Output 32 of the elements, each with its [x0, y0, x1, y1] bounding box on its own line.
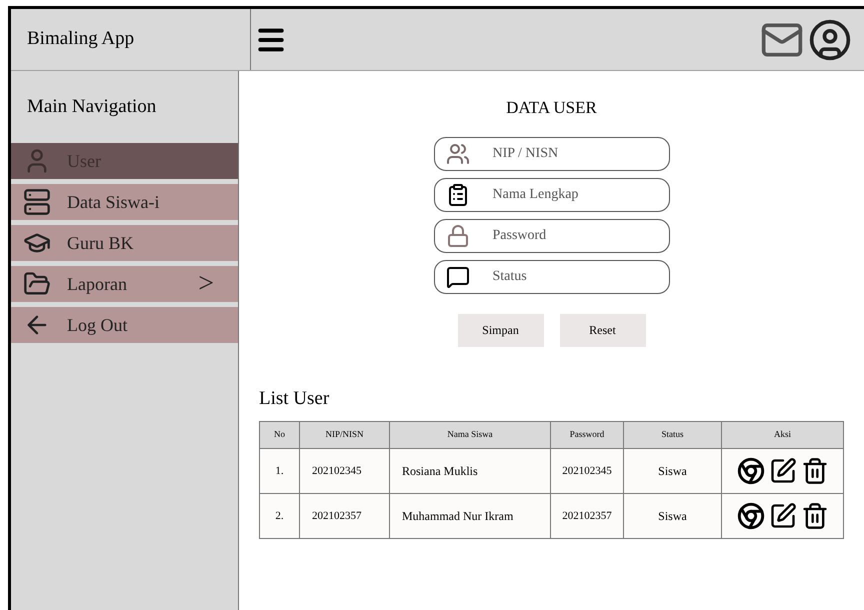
table-cell: 2. — [260, 494, 300, 538]
trash-icon[interactable] — [800, 502, 828, 530]
edit-icon[interactable] — [768, 502, 796, 530]
table-cell: Muhammad Nur Ikram — [390, 494, 550, 538]
lock-icon — [446, 224, 470, 248]
input-field[interactable]: Nama Lengkap — [434, 178, 670, 212]
users-icon — [446, 142, 470, 166]
table-cell: 202102357 — [550, 494, 624, 538]
column-header: Nama Siswa — [390, 422, 550, 448]
column-header: No — [260, 422, 300, 448]
nav-item[interactable]: Data Siswa-i — [11, 184, 238, 220]
input-field[interactable]: Status — [434, 260, 670, 294]
chevron-text: > — [198, 267, 215, 301]
edit-icon[interactable] — [768, 457, 796, 485]
form-button[interactable]: Reset — [560, 314, 646, 346]
avatar-icon[interactable] — [808, 18, 852, 62]
nav-heading: Main Navigation — [27, 94, 156, 119]
column-header: Aksi — [722, 422, 844, 448]
form-button[interactable]: Simpan — [458, 314, 544, 346]
chat-icon — [446, 264, 470, 288]
input-field[interactable]: Password — [434, 218, 670, 252]
app-title: Bimaling App — [27, 27, 134, 52]
nav-item[interactable]: Log Out — [11, 307, 238, 343]
table-cell: Siswa — [624, 494, 722, 538]
form-title: DATA USER — [506, 97, 597, 119]
server-icon — [23, 188, 51, 216]
table-cell: 202102357 — [300, 494, 390, 538]
nav-item[interactable]: Guru BK — [11, 225, 238, 261]
input-field[interactable]: NIP / NISN — [434, 136, 670, 170]
table-title: List User — [259, 386, 330, 410]
trash-icon[interactable] — [800, 457, 828, 485]
nav-item[interactable]: Laporan > — [11, 266, 238, 302]
